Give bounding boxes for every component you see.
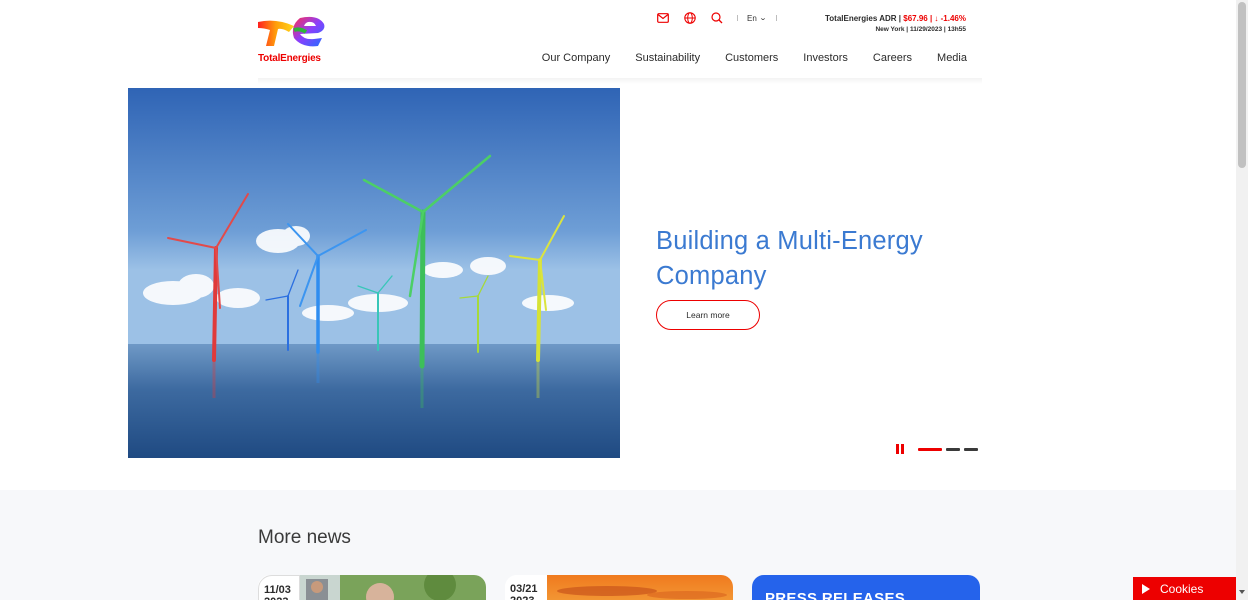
search-icon[interactable] [710,11,724,25]
news-date: 03/21 2023 [505,575,547,600]
language-label: En [747,13,757,23]
slide-indicator-1[interactable] [918,447,942,451]
stock-location: New York | [875,26,909,33]
news-date: 11/03 2023 [258,575,300,600]
globe-icon[interactable] [683,11,697,25]
main-nav: Our Company Sustainability Customers Inv… [517,52,967,64]
learn-more-button[interactable]: Learn more [656,300,760,330]
stock-date: 11/29/2023 | [909,26,946,33]
stock-ticker[interactable]: TotalEnergies ADR | $67.96 | ↓ -1.46% Ne… [825,13,966,35]
nav-investors[interactable]: Investors [803,52,848,64]
totalenergies-logo[interactable]: TotalEnergies [256,12,336,68]
news-image [300,575,486,600]
news-card[interactable]: 03/21 2023 [505,575,733,600]
cookies-label: Cookies [1160,581,1204,596]
nav-our-company[interactable]: Our Company [542,52,610,64]
stock-label: TotalEnergies ADR | [824,14,902,23]
utility-bar: En ⌄ [656,11,786,25]
scrollbar-thumb[interactable] [1238,2,1246,168]
header-shadow [258,78,982,84]
stock-time: 13h55 [947,26,966,33]
news-image [547,575,733,600]
divider [775,15,777,21]
logo-wordmark: TotalEnergies [258,53,321,64]
slider-controls [896,444,982,454]
more-news-section: More news 11/03 2023 03/21 [0,490,1236,600]
more-news-heading: More news [258,527,351,548]
chevron-down-icon: ⌄ [758,15,767,22]
stock-change: ↓ -1.46% [934,14,966,23]
scroll-down-icon[interactable] [1239,590,1245,594]
stock-price: $67.96 | [903,14,933,23]
hero-image-wind-turbines [128,88,620,458]
press-releases-card[interactable]: PRESS RELEASES [752,575,980,600]
hero-title: Building a Multi-Energy Company [656,227,923,290]
page-scrollbar[interactable] [1236,0,1248,600]
mail-icon[interactable] [656,11,670,25]
nav-sustainability[interactable]: Sustainability [635,52,700,64]
press-releases-label: PRESS RELEASES [765,590,906,600]
slide-indicator-2[interactable] [946,447,960,451]
nav-careers[interactable]: Careers [873,52,912,64]
play-icon [1142,583,1150,594]
slide-indicator-3[interactable] [964,447,978,451]
news-card[interactable]: 11/03 2023 [258,575,486,600]
divider [737,15,738,21]
page: TotalEnergies En ⌄ TotalEnergies ADR | $… [0,0,1248,600]
nav-media[interactable]: Media [937,52,967,64]
cookies-button[interactable]: Cookies [1133,577,1237,600]
site-header: TotalEnergies En ⌄ TotalEnergies ADR | $… [0,0,1236,84]
nav-customers[interactable]: Customers [725,52,778,64]
language-selector[interactable]: En ⌄ [747,13,767,23]
pause-icon[interactable] [896,444,906,454]
logo-mark [258,16,325,47]
